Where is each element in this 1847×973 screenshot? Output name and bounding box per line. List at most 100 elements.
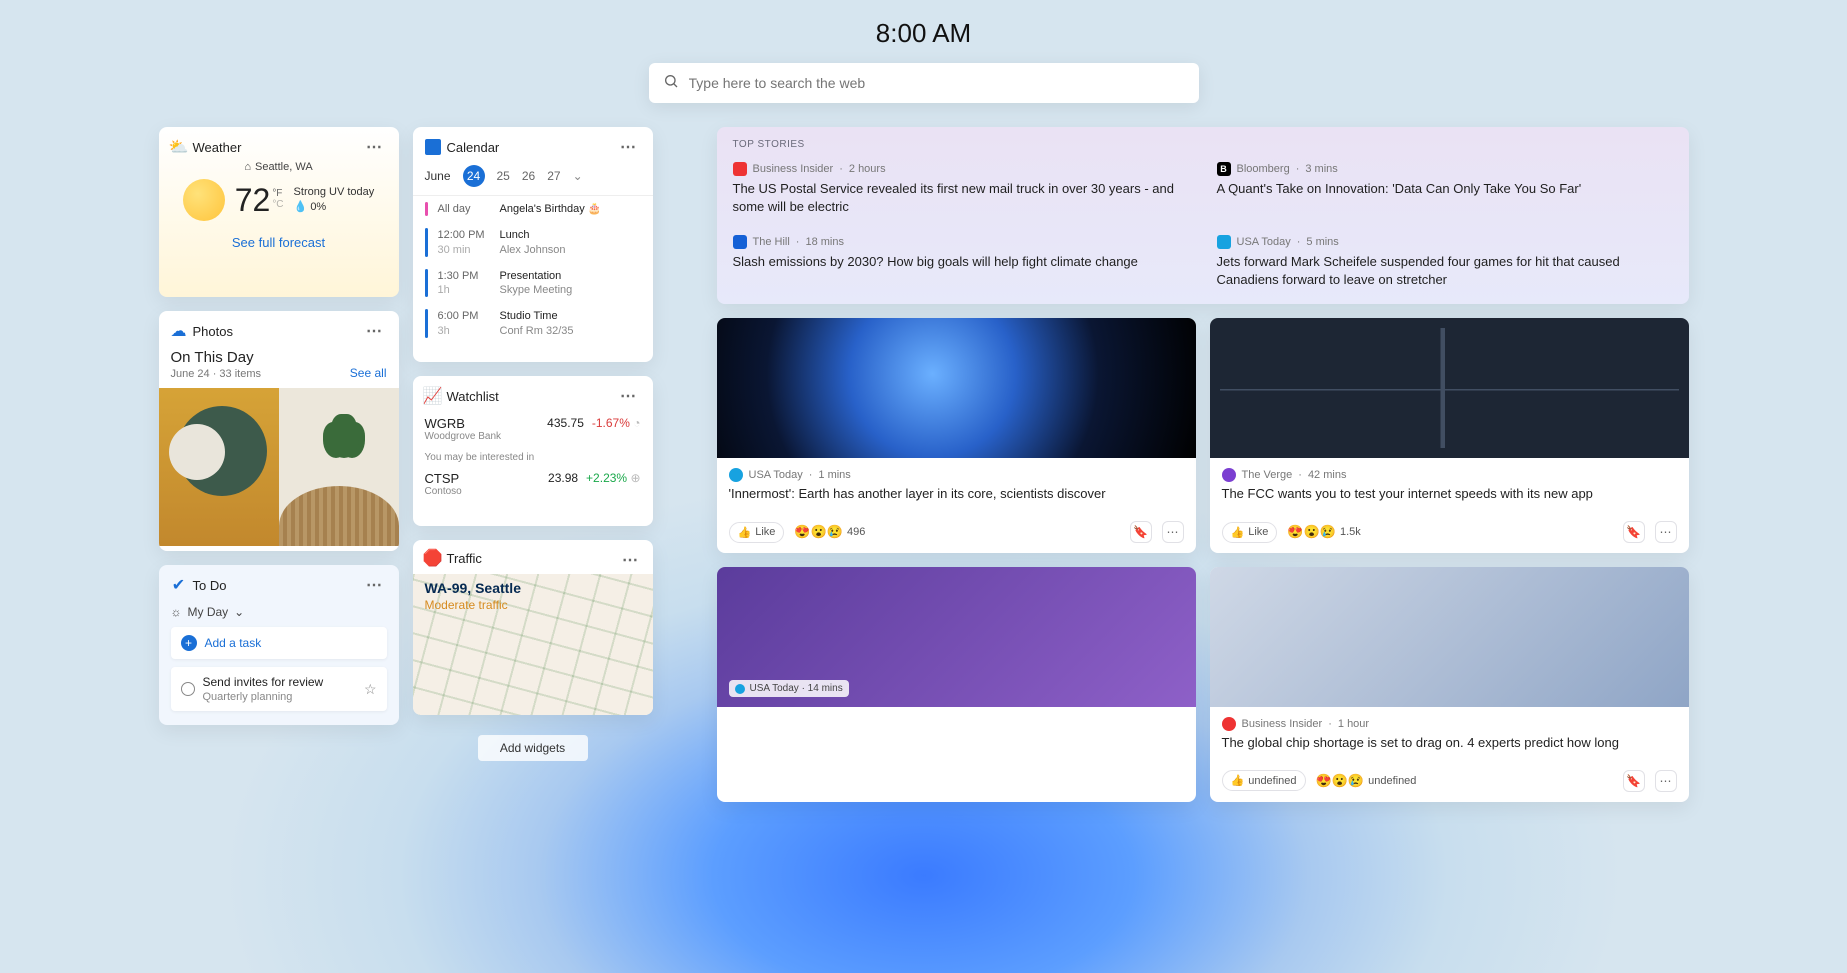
todo-add-task-button[interactable]: + Add a task	[171, 627, 387, 659]
chevron-down-icon[interactable]: ⌄	[573, 169, 583, 183]
watchlist-row[interactable]: 23.98+2.23% ⊕ CTSP Contoso	[413, 465, 653, 503]
source-logo-icon: B	[1217, 162, 1231, 176]
clock: 8:00 AM	[159, 18, 1689, 49]
news-card[interactable]: USA Today · 1 mins 'Innermost': Earth ha…	[717, 318, 1196, 553]
news-source: USA Today	[749, 469, 803, 481]
home-icon: ⌂	[244, 161, 251, 173]
news-age: 1 hour	[1338, 718, 1369, 730]
event-color-bar	[425, 309, 428, 338]
top-story-item[interactable]: USA Today · 5 mins Jets forward Mark Sch…	[1217, 235, 1673, 288]
traffic-route: WA-99, Seattle	[425, 580, 521, 596]
news-image	[1210, 318, 1689, 458]
calendar-title: Calendar	[447, 140, 617, 155]
calendar-day[interactable]: 25	[497, 169, 510, 183]
todo-task-title: Send invites for review	[203, 675, 356, 689]
story-age: 3 mins	[1305, 163, 1337, 175]
event-color-bar	[425, 202, 428, 216]
news-image	[1210, 567, 1689, 707]
news-more-button[interactable]: ⋯	[1162, 521, 1184, 543]
traffic-more-button[interactable]: ⋯	[619, 550, 643, 570]
source-logo-icon	[729, 468, 743, 482]
weather-precip: 💧 0%	[294, 200, 375, 215]
news-card[interactable]: The Verge · 42 mins The FCC wants you to…	[1210, 318, 1689, 553]
story-age: 5 mins	[1306, 236, 1338, 248]
source-logo-icon	[1222, 717, 1236, 731]
search-icon	[663, 73, 679, 94]
todo-more-button[interactable]: ⋯	[363, 575, 387, 595]
source-logo-icon	[1217, 235, 1231, 249]
news-more-button[interactable]: ⋯	[1655, 770, 1677, 792]
top-story-item[interactable]: The Hill · 18 mins Slash emissions by 20…	[733, 235, 1189, 288]
thumbs-up-icon: 👍	[738, 526, 752, 539]
calendar-day[interactable]: 26	[522, 169, 535, 183]
top-story-item[interactable]: B Bloomberg · 3 mins A Quant's Take on I…	[1217, 162, 1673, 215]
calendar-day[interactable]: 27	[547, 169, 560, 183]
calendar-event[interactable]: 6:00 PM3h Studio TimeConf Rm 32/35	[413, 303, 653, 344]
watchlist-more-button[interactable]: ⋯	[617, 386, 641, 406]
reactions[interactable]: 😍😮😢1.5k	[1287, 524, 1360, 540]
story-source: Bloomberg	[1237, 163, 1290, 175]
photo-thumbnail[interactable]	[159, 388, 279, 546]
traffic-status: Moderate traffic	[425, 598, 521, 612]
add-widgets-button[interactable]: Add widgets	[478, 735, 588, 761]
weather-forecast-link[interactable]: See full forecast	[159, 235, 399, 250]
news-image	[717, 318, 1196, 458]
plus-icon: +	[181, 635, 197, 651]
photos-see-all-link[interactable]: See all	[350, 366, 387, 380]
top-stories-widget[interactable]: TOP STORIES Business Insider · 2 hours T…	[717, 127, 1689, 304]
weather-icon: ⛅	[171, 139, 187, 155]
chevron-down-icon: ⌄	[234, 605, 244, 619]
todo-myday-dropdown[interactable]: ☼ My Day ⌄	[159, 599, 399, 627]
todo-task-item[interactable]: Send invites for review Quarterly planni…	[171, 667, 387, 711]
event-color-bar	[425, 269, 428, 298]
news-card[interactable]: USA Today · 14 mins	[717, 567, 1196, 802]
weather-more-button[interactable]: ⋯	[363, 137, 387, 157]
calendar-day-selected[interactable]: 24	[463, 165, 485, 187]
search-input[interactable]	[689, 75, 1185, 91]
watchlist-widget[interactable]: 📈 Watchlist ⋯ 435.75-1.67% ◔ WGRB Woodgr…	[413, 376, 653, 526]
top-stories-label: TOP STORIES	[733, 139, 1673, 150]
watchlist-row[interactable]: 435.75-1.67% ◔ WGRB Woodgrove Bank	[413, 410, 653, 448]
news-source: Business Insider	[1242, 718, 1323, 730]
weather-temp: 72	[235, 182, 271, 218]
photos-more-button[interactable]: ⋯	[363, 321, 387, 341]
calendar-widget[interactable]: Calendar ⋯ June 24 25 26 27 ⌄ All day An…	[413, 127, 653, 362]
like-button[interactable]: 👍Like	[729, 522, 785, 543]
calendar-event[interactable]: 12:00 PM30 min LunchAlex Johnson	[413, 222, 653, 263]
story-headline: Jets forward Mark Scheifele suspended fo…	[1217, 253, 1673, 288]
news-age: 42 mins	[1308, 469, 1347, 481]
like-button[interactable]: 👍Like	[1222, 522, 1278, 543]
reactions[interactable]: 😍😮😢undefined	[1316, 773, 1417, 789]
weather-condition: Strong UV today	[294, 185, 375, 200]
reactions[interactable]: 😍😮😢496	[794, 524, 865, 540]
sun-icon	[183, 179, 225, 221]
star-icon[interactable]: ☆	[364, 681, 377, 698]
bookmark-button[interactable]: 🔖	[1623, 521, 1645, 543]
todo-title: To Do	[193, 578, 363, 593]
story-age: 2 hours	[849, 163, 886, 175]
todo-widget[interactable]: ✔ To Do ⋯ ☼ My Day ⌄ + Add a task Send i…	[159, 565, 399, 725]
news-more-button[interactable]: ⋯	[1655, 521, 1677, 543]
bookmark-button[interactable]: 🔖	[1623, 770, 1645, 792]
top-story-item[interactable]: Business Insider · 2 hours The US Postal…	[733, 162, 1189, 215]
calendar-event[interactable]: All day Angela's Birthday 🎂	[413, 196, 653, 222]
bookmark-button[interactable]: 🔖	[1130, 521, 1152, 543]
source-pill: USA Today · 14 mins	[729, 680, 849, 697]
story-age: 18 mins	[805, 236, 844, 248]
search-bar[interactable]	[649, 63, 1199, 103]
todo-checkbox[interactable]	[181, 682, 195, 696]
photos-heading: On This Day	[171, 349, 262, 366]
calendar-event[interactable]: 1:30 PM1h PresentationSkype Meeting	[413, 263, 653, 304]
weather-location: ⌂ Seattle, WA	[159, 161, 399, 173]
weather-widget[interactable]: ⛅ Weather ⋯ ⌂ Seattle, WA 72°F°C Strong …	[159, 127, 399, 297]
like-button[interactable]: 👍undefined	[1222, 770, 1306, 791]
story-headline: The US Postal Service revealed its first…	[733, 180, 1189, 215]
story-source: USA Today	[1237, 236, 1291, 248]
traffic-widget[interactable]: 🛑 Traffic ⋯ WA-99, Seattle Moderate traf…	[413, 540, 653, 715]
news-card[interactable]: Business Insider · 1 hour The global chi…	[1210, 567, 1689, 802]
calendar-more-button[interactable]: ⋯	[617, 137, 641, 157]
story-source: The Hill	[753, 236, 790, 248]
calendar-day-picker[interactable]: 24 25 26 27 ⌄	[463, 165, 583, 187]
photo-thumbnail[interactable]	[279, 388, 399, 546]
photos-widget[interactable]: ☁ Photos ⋯ On This Day June 24 · 33 item…	[159, 311, 399, 551]
